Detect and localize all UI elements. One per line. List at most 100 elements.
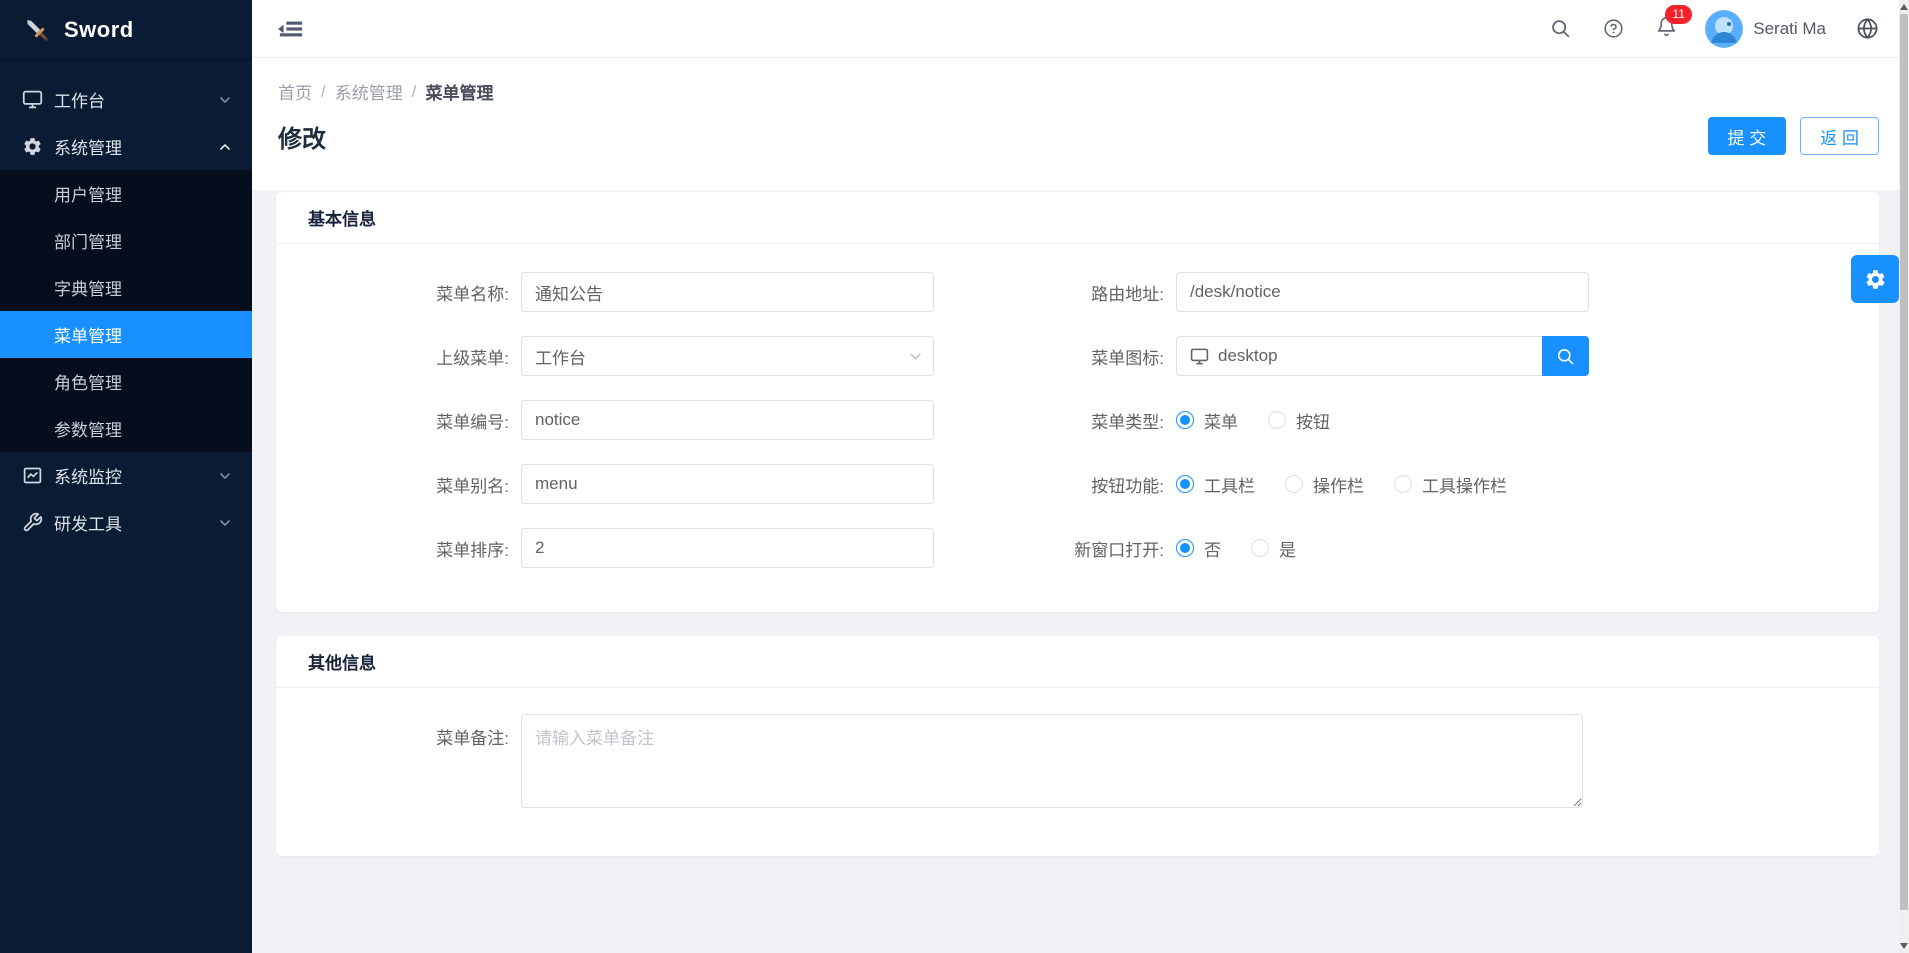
breadcrumb-home[interactable]: 首页 (278, 79, 312, 104)
notification-bell[interactable]: 11 (1656, 16, 1677, 42)
chevron-up-icon (218, 140, 232, 154)
menu-type-radio-group: 菜单 按钮 (1176, 408, 1330, 433)
sidebar-item-department-management[interactable]: 部门管理 (0, 217, 252, 264)
sidebar: Sword 工作台 系统管理 用户管理 部门管理 字典管理 菜单管理 角色管理 … (0, 0, 252, 953)
menu-alias-label: 菜单别名: (276, 472, 521, 497)
breadcrumb-separator: / (412, 82, 417, 102)
radio-label: 否 (1204, 536, 1221, 561)
other-info-body: 菜单备注: (276, 688, 1879, 856)
form-item-route: 路由地址: (1056, 272, 1879, 312)
radio-button-func-tool-actionbar[interactable]: 工具操作栏 (1394, 472, 1507, 497)
route-input[interactable] (1176, 272, 1589, 312)
form-item-menu-name: 菜单名称: (276, 272, 1056, 312)
radio-dot (1176, 539, 1194, 557)
sidebar-item-menu-management[interactable]: 菜单管理 (0, 311, 252, 358)
radio-dot (1285, 475, 1303, 493)
basic-info-card: 基本信息 菜单名称: 路由地址: 上级 (276, 192, 1879, 612)
sidebar-item-user-management[interactable]: 用户管理 (0, 170, 252, 217)
theme-settings-button[interactable] (1851, 255, 1899, 303)
main-area: 11 Serati Ma 首页 / 系统管理 / (252, 0, 1909, 953)
sidebar-item-parameter-management[interactable]: 参数管理 (0, 405, 252, 452)
sidebar-item-workbench[interactable]: 工作台 (0, 76, 252, 123)
form-item-new-window: 新窗口打开: 否 是 (1056, 528, 1879, 568)
chevron-down-icon (908, 349, 923, 364)
sidebar-item-label: 研发工具 (54, 510, 122, 535)
globe-icon[interactable] (1856, 17, 1879, 40)
new-window-label: 新窗口打开: (1056, 536, 1176, 561)
avatar-image (1705, 10, 1743, 48)
icon-search-button[interactable] (1542, 336, 1589, 376)
sidebar-collapse-icon[interactable] (278, 18, 304, 40)
breadcrumb-separator: / (321, 82, 326, 102)
search-icon[interactable] (1550, 18, 1571, 39)
radio-label: 工具栏 (1204, 472, 1255, 497)
menu-name-label: 菜单名称: (276, 280, 521, 305)
scrollbar-down-arrow[interactable] (1900, 943, 1908, 949)
radio-label: 操作栏 (1313, 472, 1364, 497)
title-row: 修改 提 交 返 回 (278, 112, 1879, 160)
button-func-label: 按钮功能: (1056, 472, 1176, 497)
sidebar-item-role-management[interactable]: 角色管理 (0, 358, 252, 405)
header-buttons: 提 交 返 回 (1708, 117, 1879, 155)
radio-dot (1251, 539, 1269, 557)
sidebar-item-dev-tools[interactable]: 研发工具 (0, 499, 252, 546)
breadcrumb-system-management[interactable]: 系统管理 (335, 79, 403, 104)
form-item-menu-code: 菜单编号: (276, 400, 1056, 440)
app-logo-text: Sword (64, 17, 134, 43)
radio-new-window-no[interactable]: 否 (1176, 536, 1221, 561)
username[interactable]: Serati Ma (1753, 19, 1826, 39)
sidebar-item-system-monitor[interactable]: 系统监控 (0, 452, 252, 499)
avatar[interactable] (1705, 10, 1743, 48)
menu-sort-input[interactable] (521, 528, 934, 568)
menu-code-label: 菜单编号: (276, 408, 521, 433)
form-row: 上级菜单: 工作台 菜单图标: (276, 336, 1879, 376)
form-item-parent-menu: 上级菜单: 工作台 (276, 336, 1056, 376)
app-logo[interactable]: Sword (0, 0, 252, 60)
menu-icon-field: desktop (1176, 336, 1589, 376)
radio-new-window-yes[interactable]: 是 (1251, 536, 1296, 561)
line-chart-icon (22, 465, 43, 486)
menu-icon-value: desktop (1218, 346, 1278, 366)
remark-textarea[interactable] (521, 714, 1583, 808)
sidebar-item-system-management[interactable]: 系统管理 (0, 123, 252, 170)
form-item-menu-sort: 菜单排序: (276, 528, 1056, 568)
scrollbar-thumb[interactable] (1900, 14, 1908, 910)
menu-sort-label: 菜单排序: (276, 536, 521, 561)
scrollbar-up-arrow[interactable] (1900, 4, 1908, 10)
sidebar-item-label: 系统管理 (54, 134, 122, 159)
sidebar-item-label: 用户管理 (54, 181, 122, 206)
system-management-submenu: 用户管理 部门管理 字典管理 菜单管理 角色管理 参数管理 (0, 170, 252, 452)
parent-menu-select[interactable]: 工作台 (521, 336, 934, 376)
radio-menu-type-button[interactable]: 按钮 (1268, 408, 1330, 433)
menu-icon-label: 菜单图标: (1056, 344, 1176, 369)
radio-button-func-actionbar[interactable]: 操作栏 (1285, 472, 1364, 497)
other-info-header: 其他信息 (276, 636, 1879, 688)
gear-icon (1864, 268, 1887, 291)
menu-name-input[interactable] (521, 272, 934, 312)
help-icon[interactable] (1603, 18, 1624, 39)
page-scrollbar[interactable] (1899, 0, 1909, 953)
sidebar-item-label: 工作台 (54, 87, 105, 112)
radio-menu-type-menu[interactable]: 菜单 (1176, 408, 1238, 433)
form-item-menu-type: 菜单类型: 菜单 按钮 (1056, 400, 1879, 440)
menu-code-input[interactable] (521, 400, 934, 440)
sidebar-nav: 工作台 系统管理 用户管理 部门管理 字典管理 菜单管理 角色管理 参数管理 系… (0, 60, 252, 546)
desktop-icon (22, 89, 43, 110)
search-icon (1556, 347, 1575, 366)
sidebar-item-dictionary-management[interactable]: 字典管理 (0, 264, 252, 311)
radio-label: 菜单 (1204, 408, 1238, 433)
form-item-button-func: 按钮功能: 工具栏 操作栏 工具操作栏 (1056, 464, 1879, 504)
back-button[interactable]: 返 回 (1800, 117, 1879, 155)
form-row: 菜单备注: (276, 714, 1879, 808)
button-func-radio-group: 工具栏 操作栏 工具操作栏 (1176, 472, 1507, 497)
menu-alias-input[interactable] (521, 464, 934, 504)
menu-icon-input[interactable]: desktop (1176, 336, 1542, 376)
form-row: 菜单排序: 新窗口打开: 否 是 (276, 528, 1879, 568)
radio-label: 是 (1279, 536, 1296, 561)
radio-label: 按钮 (1296, 408, 1330, 433)
radio-button-func-toolbar[interactable]: 工具栏 (1176, 472, 1255, 497)
sidebar-item-label: 菜单管理 (54, 322, 122, 347)
form-row: 菜单名称: 路由地址: (276, 272, 1879, 312)
submit-button[interactable]: 提 交 (1708, 117, 1787, 155)
route-label: 路由地址: (1056, 280, 1176, 305)
